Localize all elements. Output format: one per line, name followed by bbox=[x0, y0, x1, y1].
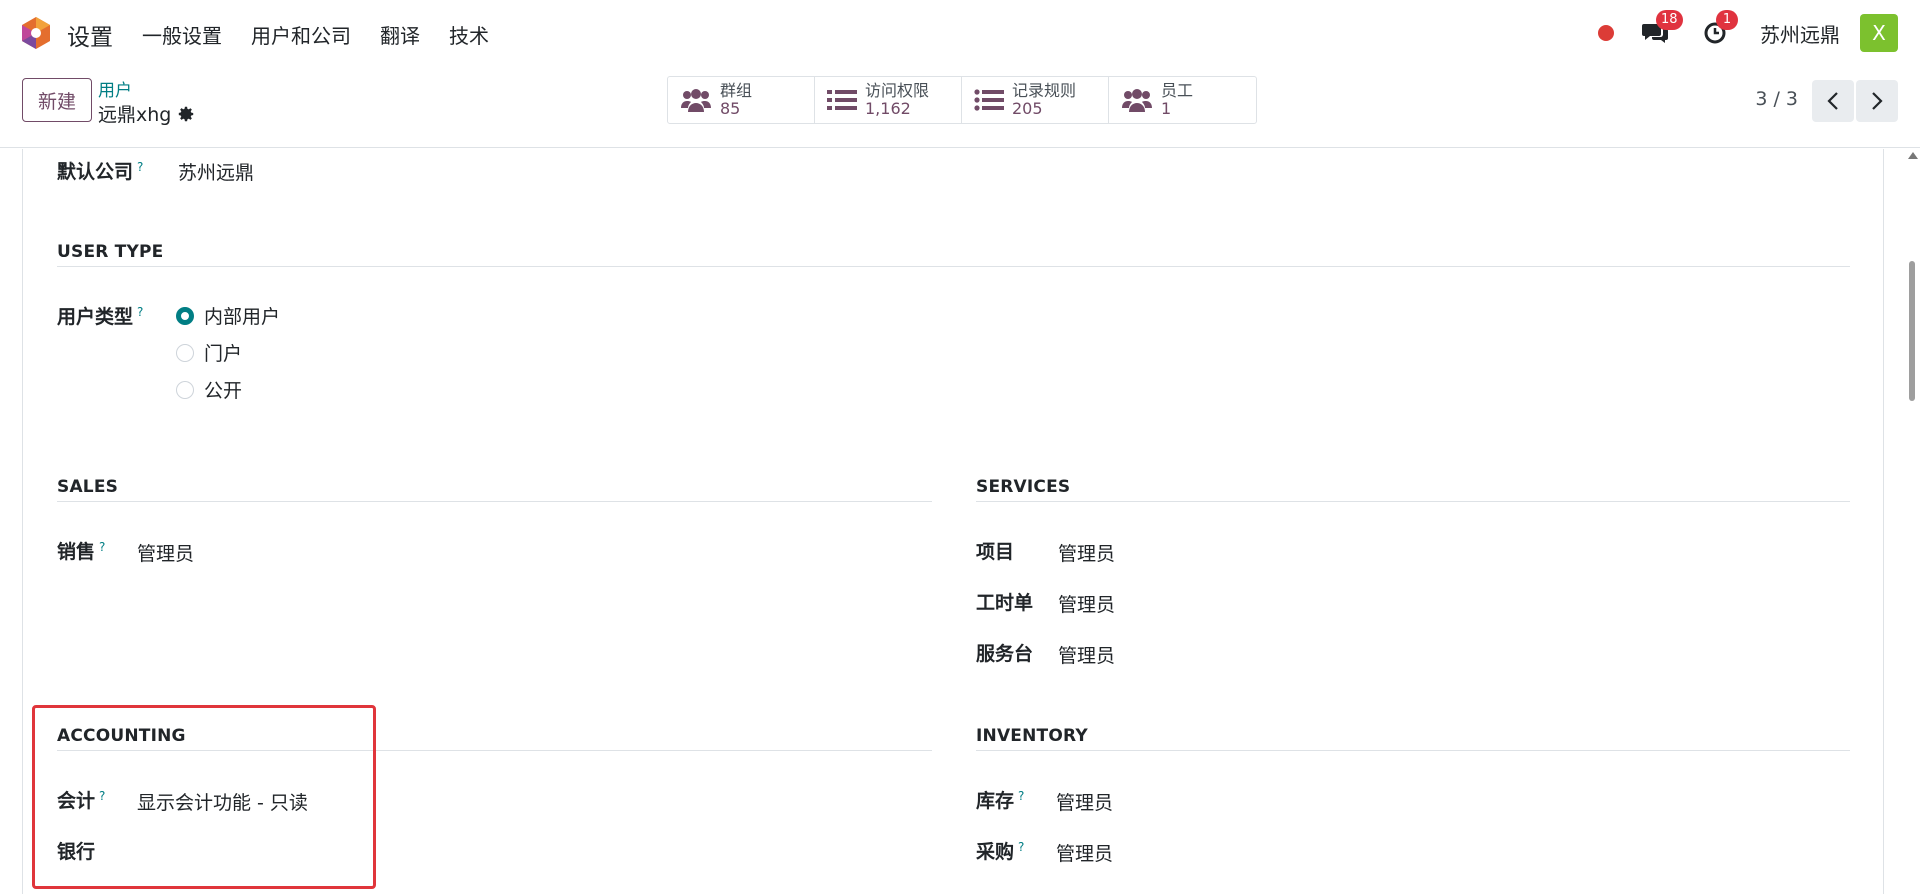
smart-button-value: 85 bbox=[720, 99, 741, 118]
sales-label-text: 销售 bbox=[57, 541, 96, 563]
purchase-label-text: 采购 bbox=[976, 841, 1015, 863]
gear-icon[interactable] bbox=[177, 105, 195, 123]
section-divider bbox=[57, 501, 932, 502]
timesheet-rights-field[interactable]: 管理员 bbox=[1058, 590, 1115, 617]
form-view: 默认公司? 苏州远鼎 USER TYPE 用户类型? 内部用户 门户 公开 SA… bbox=[0, 149, 1920, 894]
radio-option-portal[interactable]: 门户 bbox=[176, 339, 242, 366]
user-type-label: 用户类型? bbox=[57, 302, 143, 329]
scrollbar-thumb[interactable] bbox=[1909, 261, 1915, 401]
smart-button-access-rights[interactable]: 访问权限 1,162 bbox=[815, 77, 962, 123]
scroll-up-arrow-icon[interactable] bbox=[1908, 152, 1918, 159]
smart-button-value: 1 bbox=[1161, 99, 1172, 118]
menu-item-translations[interactable]: 翻译 bbox=[380, 20, 420, 49]
activities-count-badge: 1 bbox=[1716, 10, 1738, 30]
breadcrumb-parent-link[interactable]: 用户 bbox=[98, 76, 132, 101]
smart-button-groups[interactable]: 群组 85 bbox=[668, 77, 815, 123]
annotation-highlight-box bbox=[32, 705, 376, 889]
sales-label: 销售? bbox=[57, 537, 105, 564]
section-title-services: SERVICES bbox=[976, 477, 1071, 497]
radio-label: 公开 bbox=[204, 380, 243, 402]
navbar-systray: 18 1 苏州远鼎 X bbox=[1598, 10, 1898, 52]
user-type-label-text: 用户类型 bbox=[57, 306, 134, 328]
breadcrumb-current-label: 远鼎xhg bbox=[98, 104, 172, 126]
radio-label: 门户 bbox=[204, 343, 243, 365]
top-navbar: 设置 一般设置 用户和公司 翻译 技术 18 1 苏州远鼎 X bbox=[0, 0, 1920, 66]
main-menu: 一般设置 用户和公司 翻译 技术 bbox=[142, 20, 518, 49]
purchase-rights-field[interactable]: 管理员 bbox=[1056, 839, 1113, 866]
inventory-label: 库存? bbox=[976, 786, 1024, 813]
pager-value[interactable]: 3 / 3 bbox=[1755, 88, 1798, 110]
smart-button-label: 群组 bbox=[720, 81, 753, 100]
section-title-sales: SALES bbox=[57, 477, 119, 497]
smart-button-label: 记录规则 bbox=[1012, 81, 1077, 100]
help-tooltip-icon[interactable]: ? bbox=[137, 160, 143, 174]
users-icon bbox=[1122, 89, 1152, 112]
timesheet-label: 工时单 bbox=[976, 592, 1034, 614]
project-rights-field[interactable]: 管理员 bbox=[1058, 539, 1115, 566]
list-icon bbox=[974, 89, 1004, 111]
activities-button[interactable]: 1 bbox=[1700, 10, 1738, 48]
radio-button[interactable] bbox=[176, 380, 194, 399]
default-company-label: 默认公司? bbox=[57, 157, 143, 184]
smart-button-value: 1,162 bbox=[865, 99, 911, 118]
smart-button-employees[interactable]: 员工 1 bbox=[1109, 77, 1256, 123]
radio-option-public[interactable]: 公开 bbox=[176, 376, 242, 403]
app-logo-icon[interactable] bbox=[20, 16, 52, 50]
smart-button-label: 访问权限 bbox=[865, 81, 930, 100]
user-avatar[interactable]: X bbox=[1860, 14, 1898, 52]
help-tooltip-icon[interactable]: ? bbox=[137, 305, 143, 319]
help-tooltip-icon[interactable]: ? bbox=[99, 540, 105, 554]
chevron-left-icon bbox=[1827, 92, 1838, 110]
pager-previous-button[interactable] bbox=[1812, 80, 1854, 122]
messages-count-badge: 18 bbox=[1656, 10, 1683, 30]
smart-button-record-rules[interactable]: 记录规则 205 bbox=[962, 77, 1109, 123]
radio-label: 内部用户 bbox=[204, 306, 281, 328]
section-divider bbox=[976, 501, 1850, 502]
smart-button-label: 员工 bbox=[1161, 81, 1194, 100]
section-divider bbox=[976, 750, 1850, 751]
help-tooltip-icon[interactable]: ? bbox=[1018, 789, 1024, 803]
radio-button[interactable] bbox=[176, 343, 194, 362]
inventory-rights-field[interactable]: 管理员 bbox=[1056, 788, 1113, 815]
radio-option-internal-user[interactable]: 内部用户 bbox=[176, 302, 280, 329]
default-company-label-text: 默认公司 bbox=[57, 161, 134, 183]
list-icon bbox=[827, 90, 857, 110]
pager-next-button[interactable] bbox=[1856, 80, 1898, 122]
section-divider bbox=[57, 266, 1850, 267]
project-label: 项目 bbox=[976, 541, 1015, 563]
menu-item-technical[interactable]: 技术 bbox=[449, 20, 489, 49]
smart-button-value: 205 bbox=[1012, 99, 1043, 118]
recording-indicator-icon[interactable] bbox=[1598, 25, 1614, 41]
breadcrumb-current: 远鼎xhg bbox=[98, 100, 195, 127]
section-title-inventory: INVENTORY bbox=[976, 726, 1088, 746]
menu-item-users-companies[interactable]: 用户和公司 bbox=[251, 20, 351, 49]
pager-buttons bbox=[1812, 80, 1898, 122]
radio-button-checked[interactable] bbox=[176, 306, 194, 325]
help-tooltip-icon[interactable]: ? bbox=[1018, 840, 1024, 854]
helpdesk-label: 服务台 bbox=[976, 643, 1034, 665]
control-panel: 新建 用户 远鼎xhg 群组 85 访问权限 1,162 记录规则 205 员工… bbox=[0, 66, 1920, 148]
smart-buttons: 群组 85 访问权限 1,162 记录规则 205 员工 1 bbox=[667, 76, 1257, 124]
messages-button[interactable]: 18 bbox=[1640, 10, 1683, 48]
helpdesk-rights-field[interactable]: 管理员 bbox=[1058, 641, 1115, 668]
app-title[interactable]: 设置 bbox=[67, 18, 113, 52]
new-button[interactable]: 新建 bbox=[22, 78, 92, 122]
inventory-label-text: 库存 bbox=[976, 790, 1015, 812]
users-icon bbox=[681, 89, 711, 112]
company-switcher[interactable]: 苏州远鼎 bbox=[1760, 19, 1840, 48]
chevron-right-icon bbox=[1872, 92, 1883, 110]
sales-rights-field[interactable]: 管理员 bbox=[137, 539, 194, 566]
default-company-field[interactable]: 苏州远鼎 bbox=[178, 158, 254, 185]
menu-item-general-settings[interactable]: 一般设置 bbox=[142, 20, 222, 49]
purchase-label: 采购? bbox=[976, 837, 1024, 864]
section-title-user-type: USER TYPE bbox=[57, 242, 164, 262]
